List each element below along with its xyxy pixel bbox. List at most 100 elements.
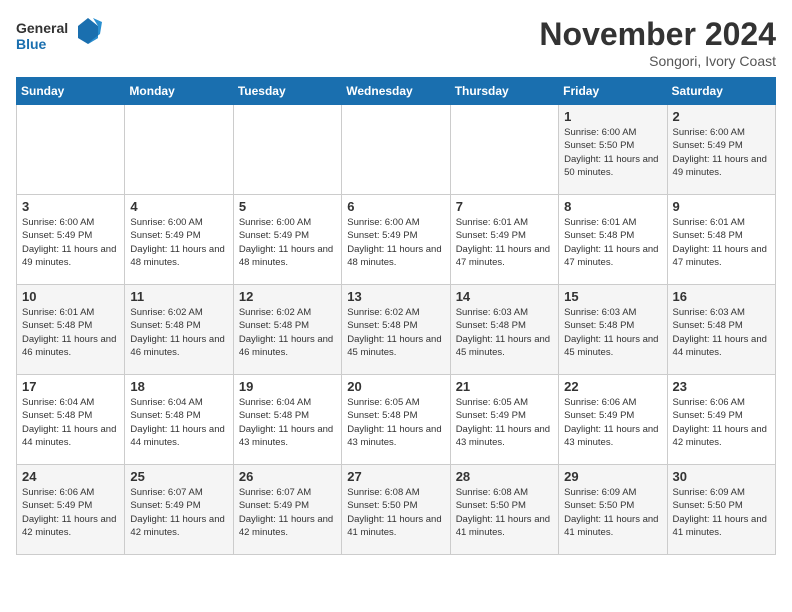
day-number: 4 [130,199,227,214]
day-info: Sunrise: 6:04 AM Sunset: 5:48 PM Dayligh… [22,396,119,449]
day-number: 27 [347,469,444,484]
day-number: 25 [130,469,227,484]
day-number: 28 [456,469,553,484]
day-number: 14 [456,289,553,304]
day-info: Sunrise: 6:01 AM Sunset: 5:49 PM Dayligh… [456,216,553,269]
calendar-cell: 24 Sunrise: 6:06 AM Sunset: 5:49 PM Dayli… [17,465,125,555]
day-info: Sunrise: 6:04 AM Sunset: 5:48 PM Dayligh… [239,396,336,449]
calendar-cell: 25Sunrise: 6:07 AM Sunset: 5:49 PM Dayli… [125,465,233,555]
calendar-week-5: 24 Sunrise: 6:06 AM Sunset: 5:49 PM Dayli… [17,465,776,555]
day-info: Sunrise: 6:03 AM Sunset: 5:48 PM Dayligh… [456,306,553,359]
day-info: Sunrise: 6:01 AM Sunset: 5:48 PM Dayligh… [673,216,770,269]
day-number: 18 [130,379,227,394]
day-number: 20 [347,379,444,394]
day-info: Sunrise: 6:02 AM Sunset: 5:48 PM Dayligh… [130,306,227,359]
calendar-week-2: 3Sunrise: 6:00 AM Sunset: 5:49 PM Daylig… [17,195,776,285]
calendar-cell: 9 Sunrise: 6:01 AM Sunset: 5:48 PM Daylig… [667,195,775,285]
day-number: 19 [239,379,336,394]
day-info: Sunrise: 6:05 AM Sunset: 5:48 PM Dayligh… [347,396,444,449]
calendar-cell: 3Sunrise: 6:00 AM Sunset: 5:49 PM Daylig… [17,195,125,285]
day-info: Sunrise: 6:06 AM Sunset: 5:49 PM Dayligh… [673,396,770,449]
day-number: 30 [673,469,770,484]
calendar-cell: 11 Sunrise: 6:02 AM Sunset: 5:48 PM Dayli… [125,285,233,375]
day-info: Sunrise: 6:06 AM Sunset: 5:49 PM Dayligh… [564,396,661,449]
col-header-sunday: Sunday [17,78,125,105]
col-header-thursday: Thursday [450,78,558,105]
day-info: Sunrise: 6:08 AM Sunset: 5:50 PM Dayligh… [347,486,444,539]
calendar-cell [17,105,125,195]
day-number: 29 [564,469,661,484]
day-info: Sunrise: 6:01 AM Sunset: 5:48 PM Dayligh… [22,306,119,359]
calendar-cell: 7Sunrise: 6:01 AM Sunset: 5:49 PM Daylig… [450,195,558,285]
calendar-cell [125,105,233,195]
day-info: Sunrise: 6:09 AM Sunset: 5:50 PM Dayligh… [564,486,661,539]
col-header-wednesday: Wednesday [342,78,450,105]
day-info: Sunrise: 6:02 AM Sunset: 5:48 PM Dayligh… [347,306,444,359]
day-info: Sunrise: 6:00 AM Sunset: 5:49 PM Dayligh… [130,216,227,269]
calendar-cell: 21Sunrise: 6:05 AM Sunset: 5:49 PM Dayli… [450,375,558,465]
col-header-saturday: Saturday [667,78,775,105]
day-number: 21 [456,379,553,394]
day-info: Sunrise: 6:00 AM Sunset: 5:50 PM Dayligh… [564,126,661,179]
day-number: 22 [564,379,661,394]
day-number: 26 [239,469,336,484]
day-info: Sunrise: 6:04 AM Sunset: 5:48 PM Dayligh… [130,396,227,449]
logo-svg: General Blue [16,16,106,56]
calendar-cell: 12Sunrise: 6:02 AM Sunset: 5:48 PM Dayli… [233,285,341,375]
day-number: 10 [22,289,119,304]
calendar-cell [342,105,450,195]
day-number: 15 [564,289,661,304]
calendar-header-row: SundayMondayTuesdayWednesdayThursdayFrid… [17,78,776,105]
svg-text:Blue: Blue [16,36,47,52]
day-number: 23 [673,379,770,394]
day-number: 2 [673,109,770,124]
day-info: Sunrise: 6:03 AM Sunset: 5:48 PM Dayligh… [673,306,770,359]
calendar-cell: 23 Sunrise: 6:06 AM Sunset: 5:49 PM Dayli… [667,375,775,465]
col-header-monday: Monday [125,78,233,105]
calendar-cell: 22 Sunrise: 6:06 AM Sunset: 5:49 PM Dayli… [559,375,667,465]
calendar-table: SundayMondayTuesdayWednesdayThursdayFrid… [16,77,776,555]
day-info: Sunrise: 6:00 AM Sunset: 5:49 PM Dayligh… [673,126,770,179]
calendar-cell: 17 Sunrise: 6:04 AM Sunset: 5:48 PM Dayli… [17,375,125,465]
day-info: Sunrise: 6:00 AM Sunset: 5:49 PM Dayligh… [22,216,119,269]
day-number: 6 [347,199,444,214]
day-number: 1 [564,109,661,124]
calendar-week-3: 10 Sunrise: 6:01 AM Sunset: 5:48 PM Dayli… [17,285,776,375]
calendar-cell: 15 Sunrise: 6:03 AM Sunset: 5:48 PM Dayli… [559,285,667,375]
day-number: 24 [22,469,119,484]
header: General Blue November 2024 Songori, Ivor… [16,16,776,69]
day-number: 11 [130,289,227,304]
logo: General Blue [16,16,106,56]
day-info: Sunrise: 6:00 AM Sunset: 5:49 PM Dayligh… [239,216,336,269]
calendar-cell: 5 Sunrise: 6:00 AM Sunset: 5:49 PM Daylig… [233,195,341,285]
calendar-body: 1 Sunrise: 6:00 AM Sunset: 5:50 PM Daylig… [17,105,776,555]
day-number: 17 [22,379,119,394]
calendar-cell: 19 Sunrise: 6:04 AM Sunset: 5:48 PM Dayli… [233,375,341,465]
calendar-subtitle: Songori, Ivory Coast [539,53,776,69]
calendar-cell: 18 Sunrise: 6:04 AM Sunset: 5:48 PM Dayli… [125,375,233,465]
calendar-cell: 30 Sunrise: 6:09 AM Sunset: 5:50 PM Dayli… [667,465,775,555]
day-number: 5 [239,199,336,214]
calendar-cell: 1 Sunrise: 6:00 AM Sunset: 5:50 PM Daylig… [559,105,667,195]
calendar-cell: 29 Sunrise: 6:09 AM Sunset: 5:50 PM Dayli… [559,465,667,555]
day-info: Sunrise: 6:09 AM Sunset: 5:50 PM Dayligh… [673,486,770,539]
calendar-cell: 8Sunrise: 6:01 AM Sunset: 5:48 PM Daylig… [559,195,667,285]
day-info: Sunrise: 6:07 AM Sunset: 5:49 PM Dayligh… [239,486,336,539]
day-info: Sunrise: 6:06 AM Sunset: 5:49 PM Dayligh… [22,486,119,539]
svg-text:General: General [16,20,68,36]
calendar-cell [450,105,558,195]
calendar-cell: 26 Sunrise: 6:07 AM Sunset: 5:49 PM Dayli… [233,465,341,555]
calendar-cell: 16Sunrise: 6:03 AM Sunset: 5:48 PM Dayli… [667,285,775,375]
calendar-week-4: 17 Sunrise: 6:04 AM Sunset: 5:48 PM Dayli… [17,375,776,465]
col-header-friday: Friday [559,78,667,105]
day-info: Sunrise: 6:08 AM Sunset: 5:50 PM Dayligh… [456,486,553,539]
calendar-week-1: 1 Sunrise: 6:00 AM Sunset: 5:50 PM Daylig… [17,105,776,195]
day-number: 9 [673,199,770,214]
calendar-cell: 10 Sunrise: 6:01 AM Sunset: 5:48 PM Dayli… [17,285,125,375]
day-number: 8 [564,199,661,214]
title-area: November 2024 Songori, Ivory Coast [539,16,776,69]
day-info: Sunrise: 6:03 AM Sunset: 5:48 PM Dayligh… [564,306,661,359]
calendar-cell: 14 Sunrise: 6:03 AM Sunset: 5:48 PM Dayli… [450,285,558,375]
calendar-cell [233,105,341,195]
calendar-title: November 2024 [539,16,776,53]
